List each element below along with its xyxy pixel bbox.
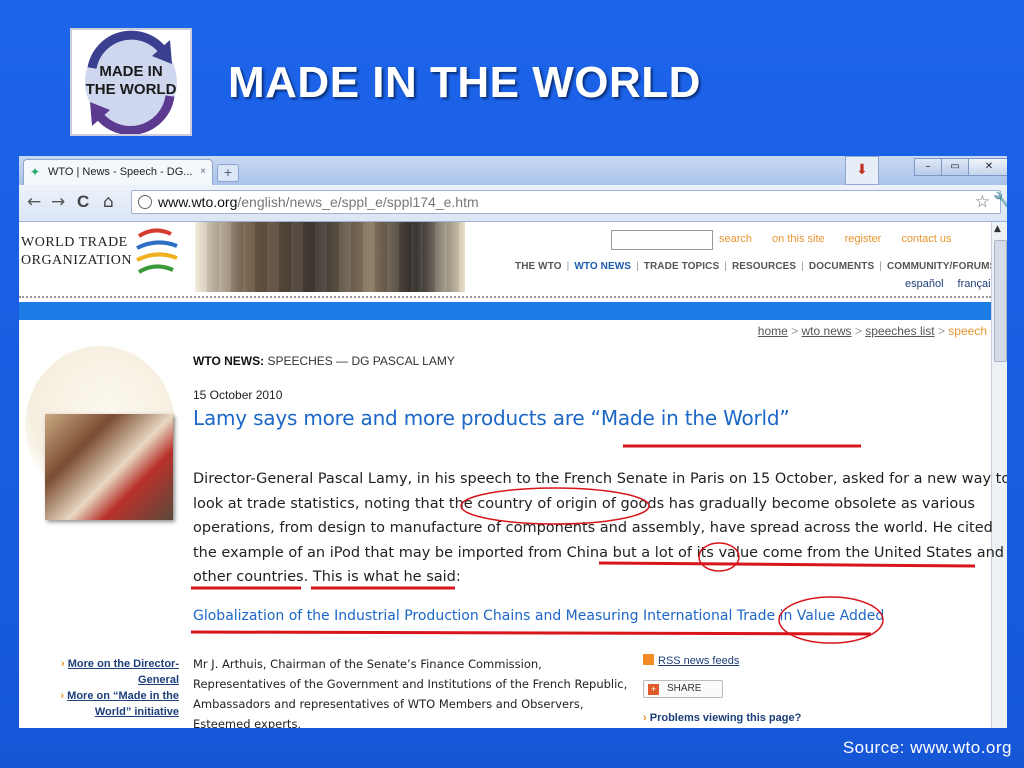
download-arrow-icon[interactable]: ⬇ [845,156,879,185]
speech-salutation: Mr J. Arthuis, Chairman of the Senate’s … [193,654,627,728]
logo-text-line2: THE WORLD [86,81,177,98]
share-label: SHARE [667,683,702,694]
link-arrow-icon: › [61,658,65,670]
wto-logo-line1: WORLD TRADE [21,235,128,250]
address-bar[interactable]: www.wto.org/english/news_e/sppl_e/sppl17… [131,190,1001,214]
report-link-underline [190,630,872,636]
reload-icon[interactable]: C [77,193,89,211]
link-arrow-icon: › [60,690,65,702]
url-domain: www.wto.org [158,194,238,210]
scroll-up-icon[interactable]: ▲ [994,224,1001,234]
article-photo [45,414,173,520]
more-on-dg-link[interactable]: More on the Director- [68,658,179,670]
source-caption: Source: www.wto.org [842,738,1012,757]
breadcrumb-speeches-list[interactable]: speeches list [865,324,934,338]
tab-bar: ✦ WTO | News - Speech - DG... × + ⬇ – ▭ … [19,156,1007,185]
search-link[interactable]: search [719,233,752,245]
article-paragraph: Director-General Pascal Lamy, in his spe… [193,467,1007,590]
breadcrumb: home > wto news > speeches list > speech [758,324,987,338]
problems-label: Problems viewing this page? [649,712,802,724]
more-on-dg-link-cont[interactable]: General [138,674,179,686]
nav-wto-news[interactable]: WTO NEWS [574,261,631,272]
salutation-line: Ambassadors and representatives of WTO M… [193,697,584,711]
paragraph-line: the example of an iPod that may be impor… [193,544,1005,561]
share-button[interactable]: + SHARE [643,680,723,698]
tab-title: WTO | News - Speech - DG... [48,166,193,178]
register-link[interactable]: register [845,233,882,245]
salutation-line: Representatives of the Government and In… [193,677,628,691]
section-label-rest: SPEECHES — DG PASCAL LAMY [264,354,455,368]
breadcrumb-sep: > [851,324,866,338]
link-arrow-icon: › [643,712,647,724]
salutation-line: Mr J. Arthuis, Chairman of the Senate’s … [193,657,542,671]
bookmark-star-icon[interactable]: ☆ [975,192,990,212]
on-this-site-link[interactable]: on this site [772,233,825,245]
salutation-line: Esteemed experts, [193,717,302,728]
forward-icon[interactable]: → [51,193,65,211]
main-nav: THE WTO | WTO NEWS | TRADE TOPICS | RESOURCES |… [515,261,997,272]
header-divider [19,296,991,298]
section-label-bold: WTO NEWS: [193,354,265,368]
maximize-button[interactable]: ▭ [941,158,969,176]
new-tab-button[interactable]: + [217,164,239,182]
contact-us-link[interactable]: contact us [901,233,951,245]
breadcrumb-current: speech [948,324,987,338]
slide-title: MADE IN THE WORLD [228,58,701,107]
lang-espanol[interactable]: español [905,278,944,290]
wrench-menu-icon[interactable]: 🔧 [993,191,1007,209]
browser-tab[interactable]: ✦ WTO | News - Speech - DG... × [23,159,213,185]
home-icon[interactable]: ⌂ [103,193,114,211]
back-icon[interactable]: ← [27,193,41,211]
report-link[interactable]: Globalization of the Industrial Producti… [193,608,884,624]
paragraph-line: operations, from design to manufacture o… [193,520,993,536]
nav-community-forums[interactable]: COMMUNITY/FORUMS [887,261,996,272]
scroll-thumb[interactable] [994,240,1007,362]
page-info-icon[interactable] [138,195,152,209]
language-links: español français [891,278,996,290]
wto-logo-line2: ORGANIZATION [21,253,132,268]
url-text: www.wto.org/english/news_e/sppl_e/sppl17… [158,191,479,213]
rss-icon [643,654,654,665]
logo-text-line1: MADE IN [99,63,162,80]
breadcrumb-wto-news[interactable]: wto news [802,324,852,338]
wto-site-header: WORLD TRADE ORGANIZATION search on this s… [19,222,996,292]
close-window-button[interactable]: ✕ [968,158,1007,176]
made-in-the-world-logo: MADE IN THE WORLD [70,28,192,136]
rss-label: RSS news feeds [658,655,740,667]
minimize-button[interactable]: – [914,158,942,176]
paragraph-line: look at trade statistics, noting that th… [193,495,975,512]
tab-close-icon[interactable]: × [200,160,206,184]
top-links: search on this site register contact us [719,233,971,245]
problems-link[interactable]: › Problems viewing this page? [643,712,801,724]
wto-logo-icon [136,228,178,274]
breadcrumb-sep: > [934,324,949,338]
paragraph-line: other countries. This is what he said: [193,569,461,585]
wto-logo[interactable]: WORLD TRADE ORGANIZATION [21,234,132,270]
section-label: WTO NEWS: SPEECHES — DG PASCAL LAMY [193,354,455,368]
site-search-input[interactable] [611,230,713,250]
article-date: 15 October 2010 [193,388,283,402]
header-blue-band [19,302,991,320]
nav-documents[interactable]: DOCUMENTS [809,261,874,272]
browser-toolbar: ← → C ⌂ www.wto.org/english/news_e/sppl_… [19,185,1007,222]
article-headline: Lamy says more and more products are “Ma… [193,406,790,430]
share-plus-icon: + [648,684,659,695]
url-path: /english/news_e/sppl_e/sppl174_e.htm [237,194,479,210]
nav-the-wto[interactable]: THE WTO [515,261,562,272]
nav-trade-topics[interactable]: TRADE TOPICS [644,261,719,272]
rss-link[interactable]: RSS news feeds [643,654,739,667]
nav-resources[interactable]: RESOURCES [732,261,796,272]
paragraph-line: Director-General Pascal Lamy, in his spe… [193,471,1007,487]
made-in-world-link-cont[interactable]: World” initiative [95,706,179,718]
breadcrumb-sep: > [787,324,802,338]
made-in-world-link[interactable]: More on “Made in the [67,690,179,702]
browser-window: ✦ WTO | News - Speech - DG... × + ⬇ – ▭ … [19,156,1007,728]
sidebar-links: › More on the Director- General › More o… [49,656,179,720]
breadcrumb-home[interactable]: home [758,324,788,338]
header-photo [195,222,465,292]
wto-favicon-icon: ✦ [30,165,41,179]
